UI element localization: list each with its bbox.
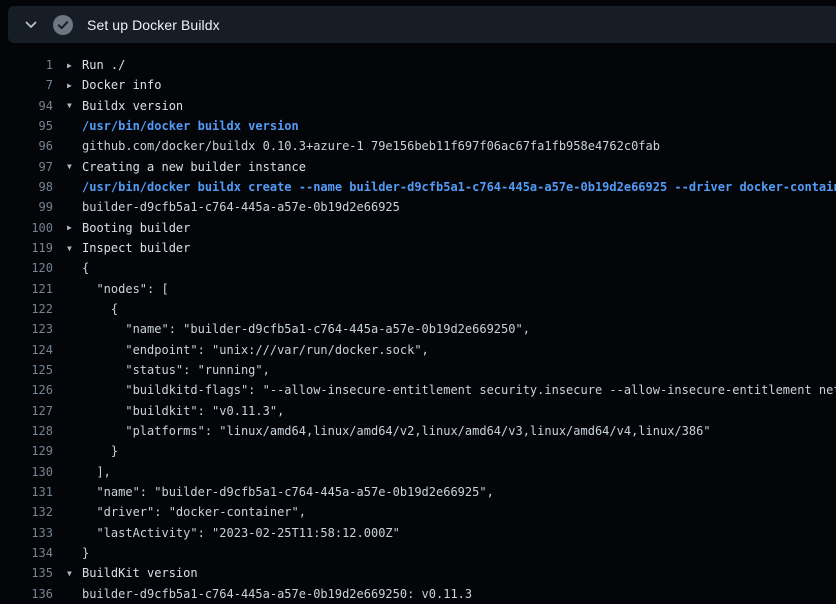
line-number[interactable]: 94 [0,99,53,113]
log-text: builder-d9cfb5a1-c764-445a-a57e-0b19d2e6… [82,200,400,214]
group-toggle-icon: ▼ [53,244,82,253]
log-text: builder-d9cfb5a1-c764-445a-a57e-0b19d2e6… [82,587,472,601]
line-number[interactable]: 126 [0,383,53,397]
check-circle-icon [53,15,73,35]
line-number[interactable]: 95 [0,119,53,133]
group-toggle-icon: ▼ [53,569,82,578]
log-text: /usr/bin/docker buildx create --name bui… [82,180,836,194]
log-line: 95 /usr/bin/docker buildx version [0,116,836,136]
chevron-down-icon[interactable] [20,14,42,36]
log-text: Run ./ [82,58,125,72]
log-text: { [82,302,118,316]
log-line: 120 { [0,258,836,278]
log-line: 134 } [0,543,836,563]
log-text: "lastActivity": "2023-02-25T11:58:12.000… [82,526,400,540]
log-text: "buildkitd-flags": "--allow-insecure-ent… [82,383,836,397]
line-number[interactable]: 99 [0,200,53,214]
log-text: "buildkit": "v0.11.3", [82,404,284,418]
log-line: 129 } [0,441,836,461]
line-number[interactable]: 100 [0,221,53,235]
line-number[interactable]: 1 [0,58,53,72]
log-text: Booting builder [82,221,190,235]
log-text: github.com/docker/buildx 0.10.3+azure-1 … [82,139,660,153]
group-toggle-icon: ▼ [53,101,82,110]
line-number[interactable]: 135 [0,566,53,580]
log-line: 131 "name": "builder-d9cfb5a1-c764-445a-… [0,482,836,502]
log-text: Docker info [82,78,161,92]
line-number[interactable]: 128 [0,424,53,438]
log-group-line[interactable]: 135 ▼ BuildKit version [0,563,836,583]
line-number[interactable]: 130 [0,465,53,479]
log-text: Buildx version [82,99,183,113]
log-text: "platforms": "linux/amd64,linux/amd64/v2… [82,424,711,438]
line-number[interactable]: 96 [0,139,53,153]
line-number[interactable]: 7 [0,78,53,92]
line-number[interactable]: 121 [0,282,53,296]
log-line: 124 "endpoint": "unix:///var/run/docker.… [0,340,836,360]
line-number[interactable]: 98 [0,180,53,194]
log-text: BuildKit version [82,566,198,580]
log-group-line[interactable]: 94 ▼ Buildx version [0,96,836,116]
group-toggle-icon: ▶ [53,61,82,70]
log-line: 132 "driver": "docker-container", [0,502,836,522]
log-line: 122 { [0,299,836,319]
line-number[interactable]: 125 [0,363,53,377]
log-line: 128 "platforms": "linux/amd64,linux/amd6… [0,421,836,441]
log-text: } [82,444,118,458]
log-text: "endpoint": "unix:///var/run/docker.sock… [82,343,429,357]
log-line: 127 "buildkit": "v0.11.3", [0,401,836,421]
log-text: "status": "running", [82,363,270,377]
log-text: "name": "builder-d9cfb5a1-c764-445a-a57e… [82,322,530,336]
log-text: } [82,546,89,560]
log-group-line[interactable]: 7 ▶ Docker info [0,75,836,95]
log-line: 96 github.com/docker/buildx 0.10.3+azure… [0,136,836,156]
log-group-line[interactable]: 119 ▼ Inspect builder [0,238,836,258]
line-number[interactable]: 97 [0,160,53,174]
line-number[interactable]: 134 [0,546,53,560]
log-group-line[interactable]: 100 ▶ Booting builder [0,218,836,238]
log-group-line[interactable]: 1 ▶ Run ./ [0,55,836,75]
log-line: 121 "nodes": [ [0,279,836,299]
log-line: 130 ], [0,462,836,482]
line-number[interactable]: 124 [0,343,53,357]
log-container: 1 ▶ Run ./ 7 ▶ Docker info 94 ▼ Buildx v… [0,55,836,604]
line-number[interactable]: 136 [0,587,53,601]
log-line: 125 "status": "running", [0,360,836,380]
log-line: 133 "lastActivity": "2023-02-25T11:58:12… [0,523,836,543]
log-text: /usr/bin/docker buildx version [82,119,299,133]
group-toggle-icon: ▶ [53,81,82,90]
log-text: "name": "builder-d9cfb5a1-c764-445a-a57e… [82,485,494,499]
log-line: 126 "buildkitd-flags": "--allow-insecure… [0,380,836,400]
line-number[interactable]: 133 [0,526,53,540]
log-text: ], [82,465,111,479]
line-number[interactable]: 129 [0,444,53,458]
log-line: 123 "name": "builder-d9cfb5a1-c764-445a-… [0,319,836,339]
group-toggle-icon: ▶ [53,223,82,232]
line-number[interactable]: 119 [0,241,53,255]
line-number[interactable]: 127 [0,404,53,418]
log-text: "nodes": [ [82,282,169,296]
log-text: Creating a new builder instance [82,160,306,174]
log-group-line[interactable]: 97 ▼ Creating a new builder instance [0,157,836,177]
log-line: 136 builder-d9cfb5a1-c764-445a-a57e-0b19… [0,584,836,604]
line-number[interactable]: 131 [0,485,53,499]
line-number[interactable]: 122 [0,302,53,316]
group-toggle-icon: ▼ [53,162,82,171]
step-header[interactable]: Set up Docker Buildx [8,6,836,43]
line-number[interactable]: 132 [0,505,53,519]
log-text: { [82,261,89,275]
line-number[interactable]: 120 [0,261,53,275]
step-title: Set up Docker Buildx [87,17,220,33]
log-text: "driver": "docker-container", [82,505,306,519]
log-line: 98 /usr/bin/docker buildx create --name … [0,177,836,197]
log-text: Inspect builder [82,241,190,255]
log-line: 99 builder-d9cfb5a1-c764-445a-a57e-0b19d… [0,197,836,217]
line-number[interactable]: 123 [0,322,53,336]
